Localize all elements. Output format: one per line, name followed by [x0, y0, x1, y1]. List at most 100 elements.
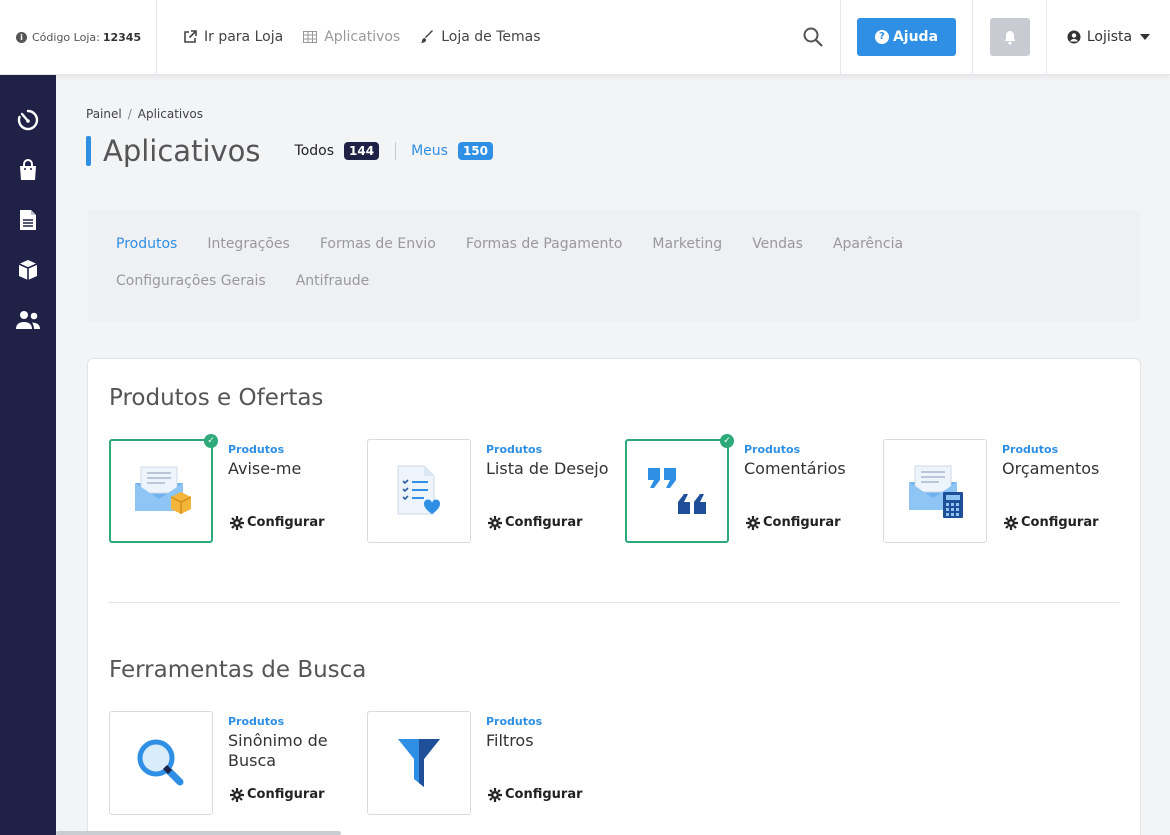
magnifier-icon	[137, 739, 184, 786]
app-thumbnail[interactable]	[367, 711, 471, 815]
store-code-value: 12345	[102, 30, 142, 44]
sidebar	[0, 75, 56, 835]
app-category: Produtos	[1002, 443, 1059, 456]
envelope-box-icon	[135, 466, 191, 514]
tab-mine-label: Meus	[411, 143, 448, 159]
horizontal-scrollbar[interactable]	[56, 831, 341, 835]
category-configuracoes-gerais[interactable]: Configurações Gerais	[116, 273, 266, 289]
breadcrumb: Painel / Aplicativos	[86, 107, 203, 121]
category-marketing[interactable]: Marketing	[652, 236, 722, 252]
page-title: Aplicativos	[103, 134, 261, 168]
app-card-filtros: Produtos Filtros Configurar	[367, 711, 625, 815]
main-content: Painel / Aplicativos Aplicativos Todos 144…	[56, 75, 1170, 835]
app-category: Produtos	[228, 715, 285, 728]
sidebar-item-dashboard[interactable]	[0, 95, 56, 145]
category-antifraude[interactable]: Antifraude	[296, 273, 369, 289]
users-icon	[16, 311, 40, 329]
app-thumbnail[interactable]: ✓	[625, 434, 734, 543]
category-filter: Produtos Integrações Formas de Envio For…	[88, 210, 1140, 322]
bell-icon	[1004, 30, 1015, 44]
help-button[interactable]: ? Ajuda	[857, 18, 956, 56]
search-button[interactable]	[786, 0, 840, 75]
notifications-button[interactable]	[989, 18, 1030, 56]
nav-apps-label: Aplicativos	[324, 29, 401, 45]
gear-icon	[746, 515, 760, 530]
sidebar-item-documents[interactable]	[0, 195, 56, 245]
app-name: Filtros	[486, 731, 534, 750]
tab-all-count: 144	[344, 142, 380, 160]
tab-divider	[395, 142, 397, 160]
category-aparencia[interactable]: Aparência	[833, 236, 903, 252]
category-formas-pagamento[interactable]: Formas de Pagamento	[466, 236, 623, 252]
app-name: Avise-me	[228, 459, 302, 478]
caret-down-icon	[1140, 34, 1151, 40]
wishlist-icon	[397, 465, 441, 515]
configure-button[interactable]: Configurar	[488, 787, 583, 802]
app-name: Comentários	[744, 459, 846, 478]
gear-icon	[488, 515, 502, 530]
app-card-avise-me: ✓ Produtos Avise-me Configurar	[109, 434, 367, 543]
category-list: Produtos Integrações Formas de Envio For…	[116, 236, 1112, 310]
apps-card: Produtos e Ofertas ✓ Produtos Avise-me C…	[87, 358, 1141, 835]
nav-apps[interactable]: Aplicativos	[303, 29, 400, 45]
dashboard-icon	[17, 109, 39, 131]
box-icon	[18, 260, 38, 280]
top-bar: i Código Loja: 12345 Ir para Loja Aplica…	[0, 0, 1170, 75]
gear-icon	[488, 787, 502, 802]
app-thumbnail[interactable]	[883, 439, 987, 543]
nav-theme-store-label: Loja de Temas	[441, 29, 541, 45]
app-thumbnail[interactable]: ✓	[109, 434, 218, 543]
configure-button[interactable]: Configurar	[488, 515, 583, 530]
tab-mine[interactable]: Meus 150	[411, 142, 493, 160]
sidebar-item-customers[interactable]	[0, 295, 56, 345]
help-wrap: ? Ajuda	[841, 0, 972, 75]
shopping-bag-icon	[20, 159, 36, 180]
store-code-label: Código Loja:	[32, 30, 100, 44]
section-title: Ferramentas de Busca	[109, 657, 367, 683]
gear-icon	[230, 515, 244, 530]
app-category: Produtos	[744, 443, 801, 456]
configure-button[interactable]: Configurar	[1004, 515, 1099, 530]
configure-label: Configurar	[247, 787, 325, 802]
category-formas-envio[interactable]: Formas de Envio	[320, 236, 436, 252]
sidebar-item-products[interactable]	[0, 245, 56, 295]
nav-go-to-store[interactable]: Ir para Loja	[183, 29, 283, 45]
search-icon	[803, 27, 823, 47]
category-produtos[interactable]: Produtos	[116, 236, 177, 252]
app-thumbnail[interactable]	[109, 711, 213, 815]
app-name: Lista de Desejo	[486, 459, 609, 478]
grid-icon	[303, 31, 318, 43]
nav-go-to-store-label: Ir para Loja	[204, 29, 284, 45]
title-accent-bar	[86, 136, 91, 166]
app-card-lista-desejo: Produtos Lista de Desejo Configurar	[367, 439, 625, 543]
configure-button[interactable]: Configurar	[746, 515, 841, 530]
question-icon: ?	[874, 30, 889, 44]
app-name: Sinônimo de Busca	[228, 731, 328, 770]
tab-all-label: Todos	[294, 143, 335, 159]
category-integracoes[interactable]: Integrações	[207, 236, 290, 252]
app-category: Produtos	[486, 715, 543, 728]
configure-button[interactable]: Configurar	[230, 515, 325, 530]
breadcrumb-root[interactable]: Painel	[86, 107, 122, 121]
configure-label: Configurar	[763, 515, 841, 530]
info-icon: i	[16, 31, 27, 43]
nav-theme-store[interactable]: Loja de Temas	[420, 29, 541, 45]
quote-icon	[648, 468, 706, 514]
user-menu[interactable]: Lojista	[1047, 0, 1170, 75]
sidebar-item-orders[interactable]	[0, 145, 56, 195]
app-card-sinonimo-busca: Produtos Sinônimo de Busca Configurar	[109, 711, 367, 815]
installed-check-icon: ✓	[204, 434, 218, 448]
help-label: Ajuda	[892, 29, 939, 45]
section-title: Produtos e Ofertas	[109, 385, 324, 411]
category-vendas[interactable]: Vendas	[752, 236, 803, 252]
document-icon	[20, 210, 36, 230]
configure-label: Configurar	[247, 515, 325, 530]
envelope-calculator-icon	[909, 465, 963, 518]
title-row: Aplicativos Todos 144 Meus 150	[86, 134, 493, 168]
external-link-icon	[184, 30, 197, 43]
app-thumbnail[interactable]	[367, 439, 471, 543]
app-name: Orçamentos	[1002, 459, 1100, 478]
notifications-wrap	[973, 0, 1046, 75]
configure-button[interactable]: Configurar	[230, 787, 325, 802]
tab-all[interactable]: Todos 144	[295, 142, 380, 160]
